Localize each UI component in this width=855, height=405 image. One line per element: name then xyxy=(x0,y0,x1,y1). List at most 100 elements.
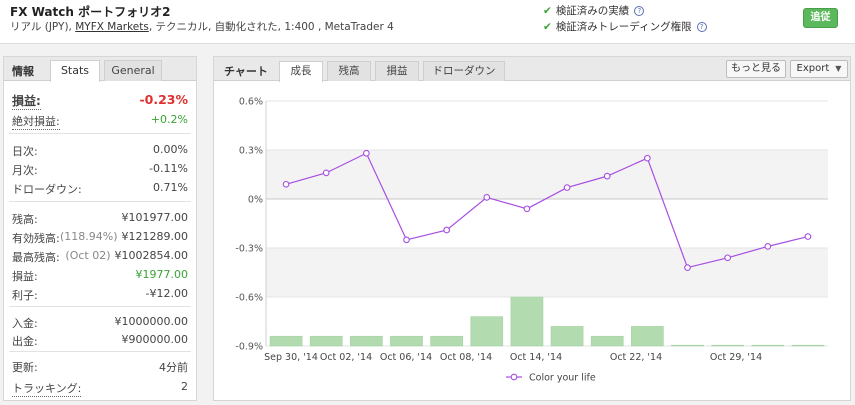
divider xyxy=(9,306,191,307)
data-point xyxy=(322,169,330,177)
abs-gain-value: +0.2% xyxy=(150,113,188,126)
stat-abs-gain: 絶対損益: +0.2% xyxy=(12,113,188,130)
y-tick-label: 0.6% xyxy=(239,97,263,108)
bar xyxy=(390,335,423,347)
x-tick-label: Oct 29, '14 xyxy=(710,352,762,363)
stat-tracking: トラッキング: 2 xyxy=(12,380,188,397)
bar xyxy=(751,344,785,347)
divider xyxy=(9,201,191,202)
stat-gain: 損益: -0.23% xyxy=(12,92,188,110)
check-icon: ✔ xyxy=(543,21,552,33)
equity-percent: (118.94%) xyxy=(59,230,118,243)
stat-deposits: 入金: ¥1000000.00 xyxy=(12,315,188,331)
data-point xyxy=(363,149,370,157)
account-subtitle: リアル (JPY), MYFX Markets, テクニカル, 自動化された, … xyxy=(10,19,394,34)
updated-label: 更新: xyxy=(12,361,38,374)
bar xyxy=(430,335,463,347)
data-point xyxy=(724,254,731,262)
follow-button[interactable]: 追従 xyxy=(803,8,838,28)
x-tick-label: Oct 22, '14 xyxy=(610,352,662,363)
verified-track-record: ✔ 検証済みの実績? xyxy=(543,3,645,18)
stats-panel: 情報 Stats General 損益: -0.23% 絶対損益: +0.2% … xyxy=(3,56,197,401)
equity-label: 有効残高: xyxy=(12,232,60,245)
tab-growth[interactable]: 成長 xyxy=(279,61,323,82)
broker-link[interactable]: MYFX Markets xyxy=(75,21,149,33)
help-icon[interactable]: ? xyxy=(634,6,645,16)
bar-series xyxy=(269,296,825,347)
abs-gain-label[interactable]: 絶対損益: xyxy=(12,113,60,130)
tab-drawdown[interactable]: ドローダウン xyxy=(423,61,505,81)
export-button[interactable]: Export ▼ xyxy=(790,60,848,78)
withdrawals-value: ¥900000.00 xyxy=(121,333,188,346)
bar xyxy=(590,335,624,347)
verified-trading-privileges: ✔ 検証済みトレーディング権限? xyxy=(543,19,707,34)
tracking-label[interactable]: トラッキング: xyxy=(12,380,82,397)
page-title: FX Watch ポートフォリオ2 xyxy=(10,5,171,19)
bar xyxy=(510,296,544,347)
bar xyxy=(350,335,383,347)
x-tick-label: Sep 30, '14 xyxy=(264,352,318,363)
chart-legend[interactable]: Color your life xyxy=(506,373,596,384)
chart-tabbar: チャート 成長 残高 損益 ドローダウン もっと見る Export ▼ xyxy=(214,57,850,82)
bar xyxy=(791,344,825,347)
data-point xyxy=(603,172,611,180)
tab-balance[interactable]: 残高 xyxy=(327,61,371,81)
stat-balance: 残高: ¥101977.00 xyxy=(12,211,188,227)
data-point xyxy=(644,154,651,162)
help-icon[interactable]: ? xyxy=(696,22,707,32)
data-point xyxy=(282,180,290,188)
updated-value: 4分前 xyxy=(159,361,188,374)
stat-updated: 更新: 4分前 xyxy=(12,359,188,375)
monthly-value: -0.11% xyxy=(149,162,188,175)
monthly-label: 月次: xyxy=(12,164,38,177)
legend-marker xyxy=(510,373,518,381)
x-tick-label: Oct 02, '14 xyxy=(320,352,372,363)
y-tick-label: 0% xyxy=(248,195,263,206)
profit-label: 損益: xyxy=(12,270,38,283)
bar xyxy=(269,335,303,347)
tab-profit[interactable]: 損益 xyxy=(375,61,419,81)
tab-stats[interactable]: Stats xyxy=(50,60,100,82)
plot-band xyxy=(266,150,828,199)
bar xyxy=(711,344,744,347)
stat-withdrawals: 出金: ¥900000.00 xyxy=(12,333,188,349)
y-tick-label: 0.3% xyxy=(239,146,263,157)
y-axis: 0.6% 0.3% 0% -0.3% -0.6% -0.9% xyxy=(235,97,263,353)
stat-monthly: 月次: -0.11% xyxy=(12,162,188,178)
stat-profit: 損益: ¥1977.00 xyxy=(12,268,188,284)
data-point xyxy=(403,236,410,244)
balance-value: ¥101977.00 xyxy=(121,211,188,224)
account-header: FX Watch ポートフォリオ2 リアル (JPY), MYFX Market… xyxy=(0,0,855,44)
highest-value-group: (Oct 02) ¥1002854.00 xyxy=(65,249,188,262)
interest-label: 利子: xyxy=(12,289,38,302)
stat-daily: 日次: 0.00% xyxy=(12,143,188,159)
stat-highest: 最高残高: (Oct 02) ¥1002854.00 xyxy=(12,249,188,265)
grid-lines xyxy=(265,100,828,347)
bar xyxy=(550,326,584,347)
stats-tabbar: 情報 Stats General xyxy=(4,57,196,82)
gain-label[interactable]: 損益: xyxy=(12,92,41,110)
bar xyxy=(631,326,664,347)
plot-band xyxy=(266,248,828,297)
more-button[interactable]: もっと見る xyxy=(726,60,786,78)
stat-equity: 有効残高: (118.94%) ¥121289.00 xyxy=(12,230,188,246)
data-point xyxy=(523,205,531,213)
interest-value: -¥12.00 xyxy=(145,287,188,300)
drawdown-value: 0.71% xyxy=(153,181,188,194)
tracking-value: 2 xyxy=(181,380,188,393)
tab-general[interactable]: General xyxy=(104,60,162,81)
verified-track-label: 検証済みの実績 xyxy=(555,5,630,17)
data-point xyxy=(764,243,772,250)
divider xyxy=(9,133,191,134)
daily-label: 日次: xyxy=(12,145,38,158)
x-tick-label: Oct 14, '14 xyxy=(510,352,562,363)
verified-trading-label: 検証済みトレーディング権限 xyxy=(555,21,692,33)
check-icon: ✔ xyxy=(543,5,552,17)
y-tick-label: -0.3% xyxy=(235,244,263,255)
bar xyxy=(671,344,704,347)
deposits-label: 入金: xyxy=(12,317,38,330)
bar xyxy=(470,316,504,347)
panel-heading: 情報 xyxy=(12,65,34,78)
data-point xyxy=(443,226,450,234)
data-point xyxy=(483,194,491,201)
